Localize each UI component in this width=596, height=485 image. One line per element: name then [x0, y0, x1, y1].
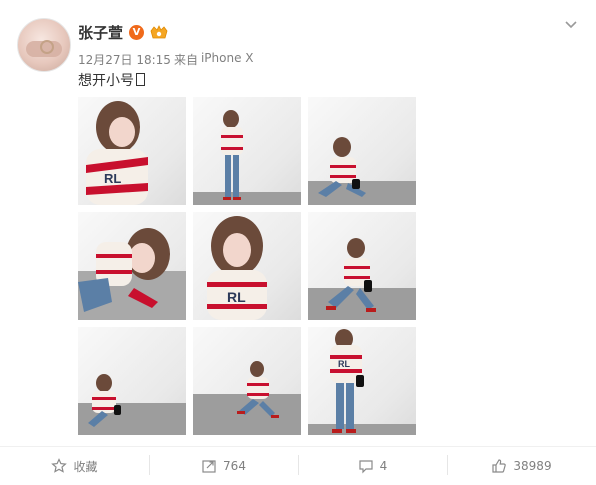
post-text: 想开小号 — [78, 70, 145, 90]
svg-text:RL: RL — [104, 171, 121, 186]
like-button[interactable]: 38989 — [447, 447, 596, 485]
favorite-button[interactable]: 收藏 — [0, 447, 149, 485]
like-count: 38989 — [513, 459, 552, 473]
comment-icon — [359, 460, 373, 474]
image-grid: RL RL RL — [78, 97, 416, 435]
person-image — [326, 238, 376, 312]
repost-count: 764 — [223, 459, 246, 473]
post-image[interactable] — [193, 327, 301, 435]
person-image — [78, 228, 170, 312]
repost-button[interactable]: 764 — [149, 447, 298, 485]
comment-button[interactable]: 4 — [298, 447, 447, 485]
post-image[interactable] — [308, 212, 416, 320]
svg-text:RL: RL — [227, 289, 246, 305]
post-text-content: 想开小号 — [78, 73, 134, 89]
comment-count: 4 — [379, 459, 388, 473]
thumbs-up-icon — [492, 459, 507, 473]
post-date[interactable]: 12月27日 18:15 — [78, 51, 171, 68]
post-meta: 12月27日 18:15 来自 iPhone X — [78, 51, 254, 68]
svg-text:RL: RL — [338, 359, 350, 369]
verified-badge-icon[interactable]: V — [129, 24, 145, 40]
avatar[interactable] — [17, 18, 71, 72]
person-image — [88, 374, 121, 427]
user-name[interactable]: 张子萱 — [78, 22, 123, 43]
missing-glyph-icon — [136, 73, 145, 86]
repost-icon — [202, 460, 216, 473]
post-image[interactable] — [193, 97, 301, 205]
avatar-ring-image — [40, 40, 54, 54]
favorite-label: 收藏 — [73, 459, 98, 474]
person-image: RL — [86, 101, 148, 205]
user-name-row: 张子萱 V — [78, 21, 168, 43]
person-image — [318, 137, 366, 197]
person-image: RL — [330, 329, 364, 433]
post-image[interactable]: RL — [308, 327, 416, 435]
post-source-prefix: 来自 — [173, 53, 198, 67]
post-source[interactable]: iPhone X — [201, 51, 254, 68]
star-icon — [51, 458, 68, 473]
person-image: RL — [207, 216, 267, 320]
vip-member-icon[interactable] — [150, 24, 168, 40]
post-image[interactable]: RL — [78, 97, 186, 205]
person-image — [237, 361, 279, 418]
weibo-post-card: 张子萱 V 12月27日 18:15 来自 iPhone X 想开小号 RL R… — [0, 0, 596, 484]
chevron-down-icon[interactable] — [564, 19, 578, 31]
person-image — [221, 110, 243, 200]
post-image[interactable] — [78, 212, 186, 320]
action-bar: 收藏 764 4 38989 — [0, 446, 596, 485]
post-image[interactable]: RL — [193, 212, 301, 320]
post-image[interactable] — [308, 97, 416, 205]
post-image[interactable] — [78, 327, 186, 435]
